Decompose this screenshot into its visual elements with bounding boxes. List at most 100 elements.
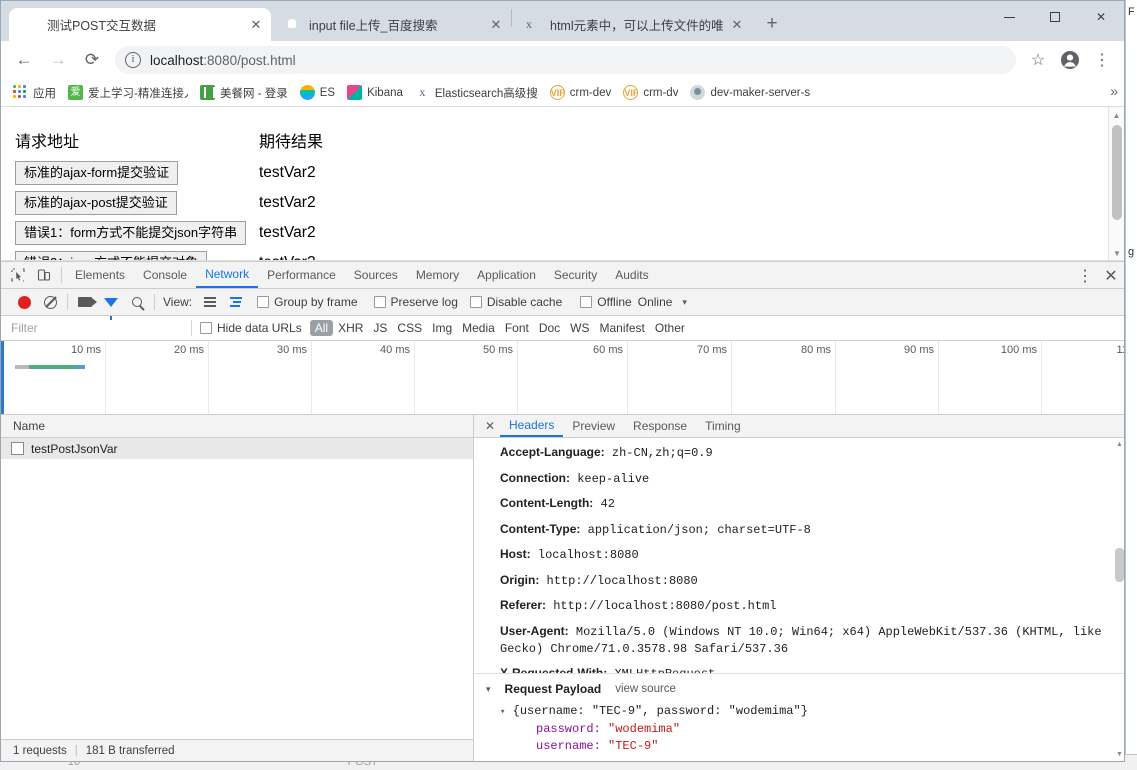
disable-cache-option[interactable]: Disable cache — [469, 295, 562, 309]
filter-type-xhr[interactable]: XHR — [333, 320, 368, 336]
error1-form-json-string-button[interactable]: 错误1：form方式不能提交json字符串 — [15, 221, 247, 245]
hide-data-urls-checkbox[interactable] — [200, 321, 212, 334]
list-view-icon[interactable] — [197, 289, 223, 315]
request-list[interactable]: testPostJsonVar — [1, 438, 473, 739]
new-tab-button[interactable]: + — [758, 10, 786, 38]
detail-tab-headers[interactable]: Headers — [500, 415, 564, 438]
bookmarks-overflow-icon[interactable]: » — [1110, 83, 1118, 99]
payload-scrollbar[interactable]: ▼ — [1113, 674, 1124, 761]
preserve-log-option[interactable]: Preserve log — [373, 295, 458, 309]
preserve-log-checkbox[interactable] — [373, 296, 386, 308]
group-by-frame-checkbox[interactable] — [257, 296, 270, 308]
collapse-triangle-icon[interactable]: ▾ — [486, 684, 491, 695]
payload-header[interactable]: ▾ Request Payload view source — [486, 682, 1108, 696]
bookmark-apps[interactable]: 应用 — [7, 82, 62, 104]
bookmark-elasticsearch-advanced[interactable]: x Elasticsearch高级搜 — [409, 82, 544, 104]
devtools-more-menu-icon[interactable]: ⋮ — [1072, 263, 1098, 288]
search-magnifier-icon[interactable] — [124, 289, 150, 315]
filter-type-font[interactable]: Font — [500, 320, 534, 336]
detail-close-icon[interactable]: ✕ — [480, 416, 500, 436]
bookmark-dev-maker-server[interactable]: dev-maker-server-s — [684, 82, 816, 104]
ajax-form-submit-button[interactable]: 标准的ajax-form提交验证 — [15, 161, 179, 185]
offline-checkbox[interactable] — [580, 296, 593, 308]
inspect-element-icon[interactable] — [5, 263, 31, 288]
detail-tab-response[interactable]: Response — [624, 415, 696, 437]
devtools-tab-performance[interactable]: Performance — [258, 262, 345, 288]
tab-close-icon-2[interactable]: ✕ — [728, 16, 746, 34]
back-button[interactable]: ← — [9, 45, 39, 75]
chrome-menu-icon[interactable]: ⋮ — [1087, 45, 1117, 75]
filter-type-all[interactable]: All — [309, 319, 334, 336]
page-scrollbar[interactable]: ▲ ▼ — [1108, 107, 1124, 260]
timeline-tick-2: 30 ms — [277, 343, 307, 356]
devtools-tab-console[interactable]: Console — [134, 262, 196, 288]
error2-json-object-button[interactable]: 错误2：json方式不能提交对象 — [15, 251, 208, 260]
devtools-tab-elements[interactable]: Elements — [66, 262, 134, 288]
table-row[interactable]: testPostJsonVar — [1, 438, 473, 460]
devtools-tab-sources[interactable]: Sources — [345, 262, 407, 288]
filter-type-doc[interactable]: Doc — [534, 320, 565, 336]
capture-screenshots-icon[interactable] — [72, 289, 98, 315]
bookmark-kibana[interactable]: Kibana — [341, 82, 409, 104]
object-triangle-icon[interactable]: ▾ — [500, 707, 505, 717]
filter-type-manifest[interactable]: Manifest — [595, 320, 650, 336]
filter-type-ws[interactable]: WS — [565, 320, 594, 336]
scroll-down-arrow-icon[interactable]: ▼ — [1109, 245, 1124, 260]
detail-tab-preview[interactable]: Preview — [563, 415, 624, 437]
window-maximize-button[interactable] — [1032, 1, 1078, 33]
hide-data-urls-option[interactable]: Hide data URLs — [200, 321, 302, 335]
filter-type-img[interactable]: Img — [427, 320, 457, 336]
window-minimize-button[interactable] — [986, 1, 1032, 33]
browser-tab-1[interactable]: input file上传_百度搜索 ✕ — [271, 8, 511, 41]
bookmark-meican[interactable]: 美餐网 - 登录 — [194, 82, 294, 104]
network-timeline-overview[interactable]: 10 ms 20 ms 30 ms 40 ms 50 ms 60 ms 70 m… — [1, 340, 1124, 416]
payload-object-line[interactable]: ▾ {username: "TEC-9", password: "wodemim… — [500, 703, 1108, 721]
bookmark-crm-dev[interactable]: VIP crm-dev — [544, 82, 618, 104]
record-network-log-button[interactable] — [11, 289, 37, 315]
forward-button[interactable]: → — [43, 45, 73, 75]
filter-type-css[interactable]: CSS — [392, 320, 427, 336]
window-close-button[interactable]: ✕ — [1078, 1, 1124, 33]
scroll-up-arrow-icon[interactable]: ▲ — [1109, 107, 1124, 123]
site-info-icon[interactable]: i — [125, 52, 141, 68]
devtools-close-icon[interactable]: ✕ — [1098, 263, 1124, 288]
request-column-header[interactable]: Name — [1, 415, 473, 439]
view-source-link[interactable]: view source — [615, 683, 676, 695]
browser-tab-0[interactable]: 测试POST交互数据 ✕ — [9, 8, 271, 41]
browser-tab-2[interactable]: x html元素中，可以上传文件的唯 ✕ — [512, 8, 752, 41]
filter-input[interactable]: Filter — [11, 321, 183, 335]
tab-close-icon-0[interactable]: ✕ — [247, 16, 265, 34]
bookmark-es[interactable]: ES — [294, 82, 341, 104]
filter-type-media[interactable]: Media — [457, 320, 500, 336]
payload-scroll-down-icon[interactable]: ▼ — [1113, 748, 1124, 761]
devtools-tab-network[interactable]: Network — [196, 262, 259, 288]
disable-cache-checkbox[interactable] — [469, 296, 482, 308]
reload-button[interactable]: ⟳ — [77, 45, 107, 75]
bookmark-star-icon[interactable]: ☆ — [1023, 45, 1053, 75]
filter-funnel-icon[interactable] — [98, 289, 124, 320]
headers-scrollbar-thumb[interactable] — [1115, 548, 1124, 583]
waterfall-view-icon[interactable] — [223, 289, 249, 315]
device-toolbar-icon[interactable] — [31, 263, 57, 288]
devtools-tab-application[interactable]: Application — [468, 262, 545, 288]
devtools-tab-audits[interactable]: Audits — [606, 262, 657, 288]
detail-tab-timing[interactable]: Timing — [696, 415, 750, 437]
group-by-frame-option[interactable]: Group by frame — [257, 295, 358, 309]
address-bar[interactable]: i localhost:8080/post.html — [115, 46, 1016, 74]
profile-avatar-icon[interactable] — [1055, 45, 1085, 75]
clear-network-log-button[interactable] — [37, 289, 63, 315]
throttling-select-value[interactable]: Online — [638, 295, 673, 309]
page-scrollbar-thumb[interactable] — [1112, 125, 1122, 220]
headers-scroll-up-icon[interactable]: ▲ — [1113, 438, 1124, 451]
bookmark-crm-dv[interactable]: VIP crm-dv — [617, 82, 684, 104]
offline-option[interactable]: Offline — [580, 295, 632, 309]
filter-type-other[interactable]: Other — [650, 320, 690, 336]
devtools-tab-memory[interactable]: Memory — [407, 262, 468, 288]
filter-type-js[interactable]: JS — [368, 320, 392, 336]
chevron-down-icon[interactable]: ▾ — [682, 297, 687, 308]
ajax-post-submit-button[interactable]: 标准的ajax-post提交验证 — [15, 191, 177, 215]
headers-scrollbar[interactable]: ▲ — [1113, 438, 1124, 674]
devtools-tab-security[interactable]: Security — [545, 262, 606, 288]
bookmark-aishangxuexi[interactable]: 爱 爱上学习-精准连接人 — [62, 82, 194, 104]
tab-close-icon-1[interactable]: ✕ — [487, 16, 505, 34]
